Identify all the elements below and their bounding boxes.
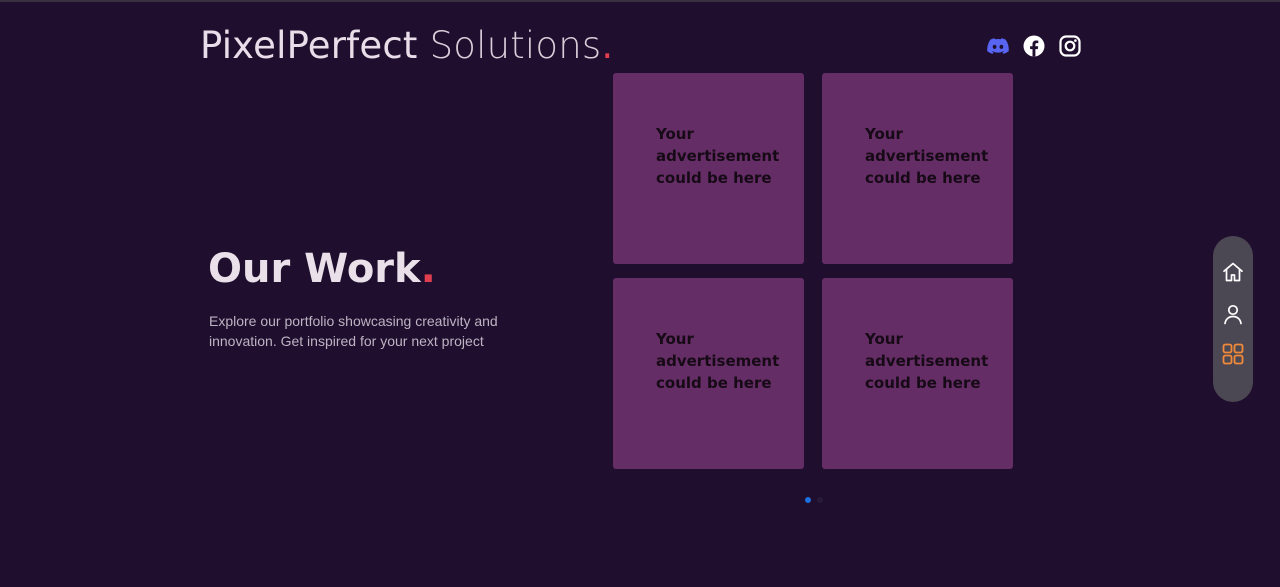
- nav-profile-button[interactable]: [1221, 302, 1245, 326]
- home-icon: [1223, 262, 1243, 282]
- brand-secondary: Solutions: [429, 24, 602, 67]
- ad-card-text: Your advertisement could be here: [865, 330, 989, 392]
- ad-card[interactable]: Your advertisement could be here: [613, 73, 804, 264]
- nav-portfolio-button[interactable]: [1221, 342, 1245, 366]
- user-icon: [1224, 304, 1242, 325]
- pagination-dot[interactable]: [817, 497, 823, 503]
- nav-home-button[interactable]: [1221, 260, 1245, 284]
- side-navigation: [1213, 236, 1253, 402]
- pagination-dot-active[interactable]: [805, 497, 811, 503]
- page-description: Explore our portfolio showcasing creativ…: [209, 313, 498, 349]
- facebook-link[interactable]: [1022, 34, 1046, 58]
- ad-card[interactable]: Your advertisement could be here: [613, 278, 804, 469]
- ad-card[interactable]: Your advertisement could be here: [822, 73, 1013, 264]
- grid-icon: [1222, 343, 1244, 365]
- ad-card-text: Your advertisement could be here: [865, 125, 989, 187]
- facebook-icon: [1023, 35, 1045, 57]
- page-title-text: Our Work: [208, 246, 421, 292]
- brand-dot: .: [601, 24, 614, 67]
- brand-logo[interactable]: PixelPerfect Solutions.: [200, 22, 613, 70]
- top-border: [0, 0, 1280, 2]
- ad-card[interactable]: Your advertisement could be here: [822, 278, 1013, 469]
- ad-card-text: Your advertisement could be here: [656, 330, 780, 392]
- carousel-pagination: [805, 497, 829, 503]
- discord-icon: [987, 38, 1009, 54]
- brand-main: PixelPerfect: [200, 24, 418, 67]
- page-title: Our Work.: [208, 244, 436, 294]
- page-title-dot: .: [420, 246, 436, 292]
- discord-link[interactable]: [986, 34, 1010, 58]
- ad-card-text: Your advertisement could be here: [656, 125, 780, 187]
- instagram-link[interactable]: [1058, 34, 1082, 58]
- social-links: [984, 34, 1084, 58]
- instagram-icon: [1059, 35, 1081, 57]
